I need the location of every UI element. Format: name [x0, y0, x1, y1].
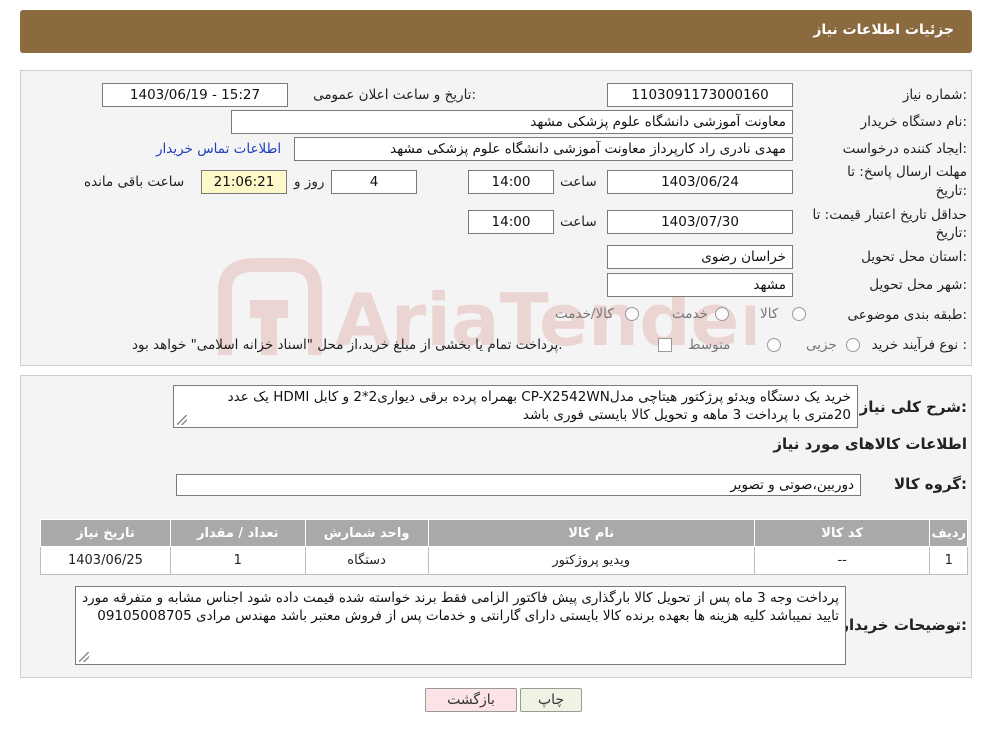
treasury-bond-note: پرداخت تمام یا بخشی از مبلغ خرید،از محل …: [132, 337, 563, 353]
city-label: شهر محل تحویل:: [869, 277, 967, 293]
resize-grip-icon[interactable]: [79, 652, 89, 662]
reply-deadline-label-date: تاریخ:: [935, 183, 967, 199]
table-header-row: ردیف کد کالا نام کالا واحد شمارش تعداد /…: [40, 519, 968, 547]
goods-group-field: دوربین،صوتی و تصویر: [176, 474, 861, 496]
price-validity-label-date: تاریخ:: [935, 225, 967, 241]
page-title: جزئیات اطلاعات نیاز: [813, 22, 954, 38]
cell-name: ویدیو پروژکتور: [427, 546, 755, 575]
province-label: استان محل تحویل:: [861, 249, 967, 265]
category-option-goods-service: کالا/خدمت: [555, 306, 614, 322]
col-header-qty: تعداد / مقدار: [169, 519, 306, 547]
category-radio-service[interactable]: [715, 307, 729, 321]
treasury-bond-checkbox[interactable]: [658, 338, 672, 352]
page-header: جزئیات اطلاعات نیاز: [20, 10, 972, 53]
items-section-title: اطلاعات کالاهای مورد نیاز: [773, 435, 967, 453]
items-table: ردیف کد کالا نام کالا واحد شمارش تعداد /…: [40, 519, 968, 575]
reply-deadline-days-field: 4: [331, 170, 417, 194]
purchase-type-radio-medium[interactable]: [767, 338, 781, 352]
need-number-label: شماره نیاز:: [902, 87, 967, 103]
reply-deadline-label: مهلت ارسال پاسخ: تا: [847, 164, 967, 180]
print-button[interactable]: چاپ: [520, 688, 582, 712]
description-textarea[interactable]: خرید یک دستگاه ویدئو پرژکتور هیتاچی مدلC…: [173, 385, 858, 428]
price-validity-label: حداقل تاریخ اعتبار قیمت: تا: [812, 207, 967, 223]
province-field: خراسان رضوی: [607, 245, 793, 269]
purchase-type-label: نوع فرآیند خرید :: [871, 337, 967, 353]
category-label: طبقه بندی موضوعی:: [847, 307, 967, 323]
category-radio-goods[interactable]: [792, 307, 806, 321]
reply-deadline-time-label: ساعت: [560, 174, 597, 190]
cell-date: 1403/06/25: [40, 546, 171, 575]
buyer-org-label: نام دستگاه خریدار:: [860, 114, 967, 130]
price-validity-time-label: ساعت: [560, 214, 597, 230]
remaining-time-field: 21:06:21: [201, 170, 287, 194]
cell-unit: دستگاه: [304, 546, 429, 575]
description-text: خرید یک دستگاه ویدئو پرژکتور هیتاچی مدلC…: [227, 389, 851, 423]
category-option-goods: کالا: [760, 306, 779, 322]
reply-deadline-date-field: 1403/06/24: [607, 170, 793, 194]
category-option-service: خدمت: [672, 306, 708, 322]
buyer-org-field: معاونت آموزشی دانشگاه علوم پزشکی مشهد: [231, 110, 793, 134]
col-header-date: تاریخ نیاز: [40, 519, 171, 547]
remaining-time-label: ساعت باقی مانده: [84, 174, 185, 190]
buyer-notes-text: پرداخت وجه 3 ماه پس از تحویل کالا بارگذا…: [82, 590, 839, 624]
announce-datetime-field: 1403/06/19 - 15:27: [102, 83, 288, 107]
back-button[interactable]: بازگشت: [425, 688, 517, 712]
category-radio-goods-service[interactable]: [625, 307, 639, 321]
city-field: مشهد: [607, 273, 793, 297]
need-number-field: 1103091173000160: [607, 83, 793, 107]
table-row: 1 -- ویدیو پروژکتور دستگاه 1 1403/06/25: [40, 546, 968, 575]
reply-deadline-time-field: 14:00: [468, 170, 554, 194]
cell-row-number: 1: [929, 546, 968, 575]
price-validity-time-field: 14:00: [468, 210, 554, 234]
price-validity-date-field: 1403/07/30: [607, 210, 793, 234]
cell-code: --: [753, 546, 931, 575]
col-header-name: نام کالا: [427, 519, 755, 547]
col-header-code: کد کالا: [753, 519, 931, 547]
purchase-type-radio-minor[interactable]: [846, 338, 860, 352]
purchase-type-option-medium: متوسط: [688, 337, 731, 353]
requester-label: ایجاد کننده درخواست:: [842, 141, 967, 157]
col-header-unit: واحد شمارش: [304, 519, 429, 547]
description-label: شرح کلی نیاز:: [859, 398, 967, 416]
buyer-notes-label: توضیحات خریدار:: [840, 616, 967, 634]
cell-qty: 1: [169, 546, 306, 575]
buyer-contact-link[interactable]: اطلاعات تماس خریدار: [156, 141, 281, 157]
days-label: روز و: [294, 174, 325, 190]
buyer-notes-textarea[interactable]: پرداخت وجه 3 ماه پس از تحویل کالا بارگذا…: [75, 586, 846, 665]
requester-field: مهدی نادری راد کارپرداز معاونت آموزشی دا…: [294, 137, 793, 161]
col-header-row-number: ردیف: [929, 519, 968, 547]
resize-grip-icon[interactable]: [177, 415, 187, 425]
goods-group-label: گروه کالا:: [894, 475, 967, 493]
purchase-type-option-minor: جزیی: [806, 337, 837, 353]
announce-datetime-label: تاریخ و ساعت اعلان عمومی:: [313, 87, 476, 103]
